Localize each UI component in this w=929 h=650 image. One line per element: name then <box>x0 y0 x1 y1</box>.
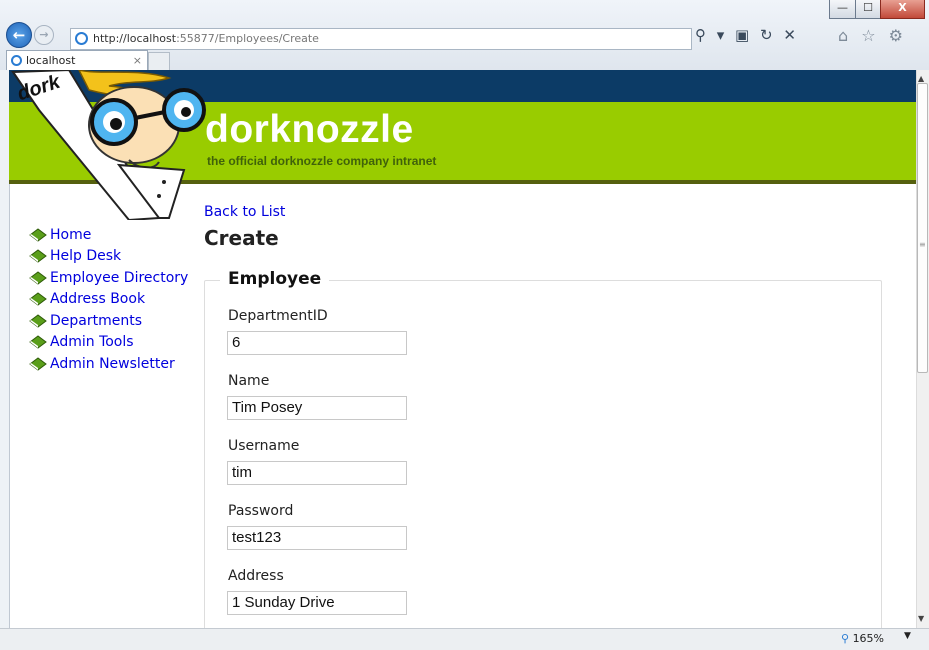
sidebar-link-admin-newsletter[interactable]: Admin Newsletter <box>50 356 175 372</box>
site-brand: dorknozzle <box>205 108 414 151</box>
sidebar-item-employee-directory[interactable]: Employee Directory <box>29 267 188 289</box>
address-field[interactable] <box>227 591 407 615</box>
sidebar-item-home[interactable]: Home <box>29 224 188 246</box>
sidebar-link-admin-tools[interactable]: Admin Tools <box>50 334 134 350</box>
sidebar-item-admin-tools[interactable]: Admin Tools <box>29 332 188 354</box>
departmentid-label: DepartmentID <box>228 308 328 324</box>
back-to-list-link[interactable]: Back to List <box>204 204 285 220</box>
tab-close-icon[interactable]: × <box>133 51 142 70</box>
address-bar[interactable]: http://localhost:55877/Employees/Create <box>70 28 692 50</box>
password-field[interactable] <box>227 526 407 550</box>
password-label: Password <box>228 503 294 519</box>
new-tab-button[interactable] <box>148 52 170 70</box>
sidebar-link-employee-directory[interactable]: Employee Directory <box>50 270 188 286</box>
zoom-level[interactable]: ⚲ 165% <box>841 632 884 645</box>
sidebar-item-admin-newsletter[interactable]: Admin Newsletter <box>29 353 188 375</box>
green-book-icon <box>29 335 47 349</box>
zoom-dropdown-icon[interactable]: ▼ <box>904 631 911 641</box>
sidebar-link-home[interactable]: Home <box>50 227 91 243</box>
zoom-value: 165% <box>852 632 885 645</box>
name-field[interactable] <box>227 396 407 420</box>
maximize-button[interactable]: ☐ <box>855 0 881 19</box>
address-label: Address <box>228 568 284 584</box>
back-arrow-icon[interactable]: ← <box>6 22 32 48</box>
ie-page-icon <box>75 32 88 45</box>
sidebar-link-departments[interactable]: Departments <box>50 313 142 329</box>
home-favorites-settings-icons[interactable]: ⌂ ☆ ⚙ <box>838 26 907 45</box>
green-book-icon <box>29 271 47 285</box>
sidebar-item-address-book[interactable]: Address Book <box>29 289 188 311</box>
sidebar-link-help-desk[interactable]: Help Desk <box>50 248 121 264</box>
url-path: :55877/Employees/Create <box>176 32 319 45</box>
tab-localhost[interactable]: localhost × <box>6 50 148 70</box>
close-window-button[interactable]: X <box>880 0 925 19</box>
tab-title: localhost <box>26 54 76 67</box>
sidebar-item-help-desk[interactable]: Help Desk <box>29 246 188 268</box>
forward-arrow-icon[interactable]: → <box>34 25 54 45</box>
sidebar-item-departments[interactable]: Departments <box>29 310 188 332</box>
zoom-icon: ⚲ <box>841 632 850 645</box>
fieldset-legend: Employee <box>220 269 330 289</box>
scrollbar-grip-icon: ≡ <box>919 240 926 249</box>
name-label: Name <box>228 373 270 389</box>
site-tagline: the official dorknozzle company intranet <box>207 154 437 168</box>
scroll-up-arrow-icon[interactable]: ▲ <box>918 74 924 83</box>
green-book-icon <box>29 314 47 328</box>
scroll-down-arrow-icon[interactable]: ▼ <box>918 614 924 623</box>
username-label: Username <box>228 438 300 454</box>
green-book-icon <box>29 292 47 306</box>
address-tools[interactable]: ⚲ ▾ ▣ ↻ ✕ <box>695 26 799 44</box>
dorknozzle-mascot-logo: dork <box>11 70 206 220</box>
scrollbar-thumb[interactable] <box>917 83 928 373</box>
username-field[interactable] <box>227 461 407 485</box>
green-book-icon <box>29 249 47 263</box>
page-title: Create <box>204 226 279 250</box>
departmentid-field[interactable] <box>227 331 407 355</box>
green-book-icon <box>29 357 47 371</box>
status-bar <box>0 628 929 650</box>
sidebar-link-address-book[interactable]: Address Book <box>50 291 145 307</box>
sidebar-nav: Home Help Desk Employee Directory Addres… <box>29 224 188 375</box>
minimize-button[interactable]: — <box>829 0 856 19</box>
ie-page-icon <box>11 55 22 66</box>
url-host: http://localhost <box>93 32 177 45</box>
green-book-icon <box>29 228 47 242</box>
